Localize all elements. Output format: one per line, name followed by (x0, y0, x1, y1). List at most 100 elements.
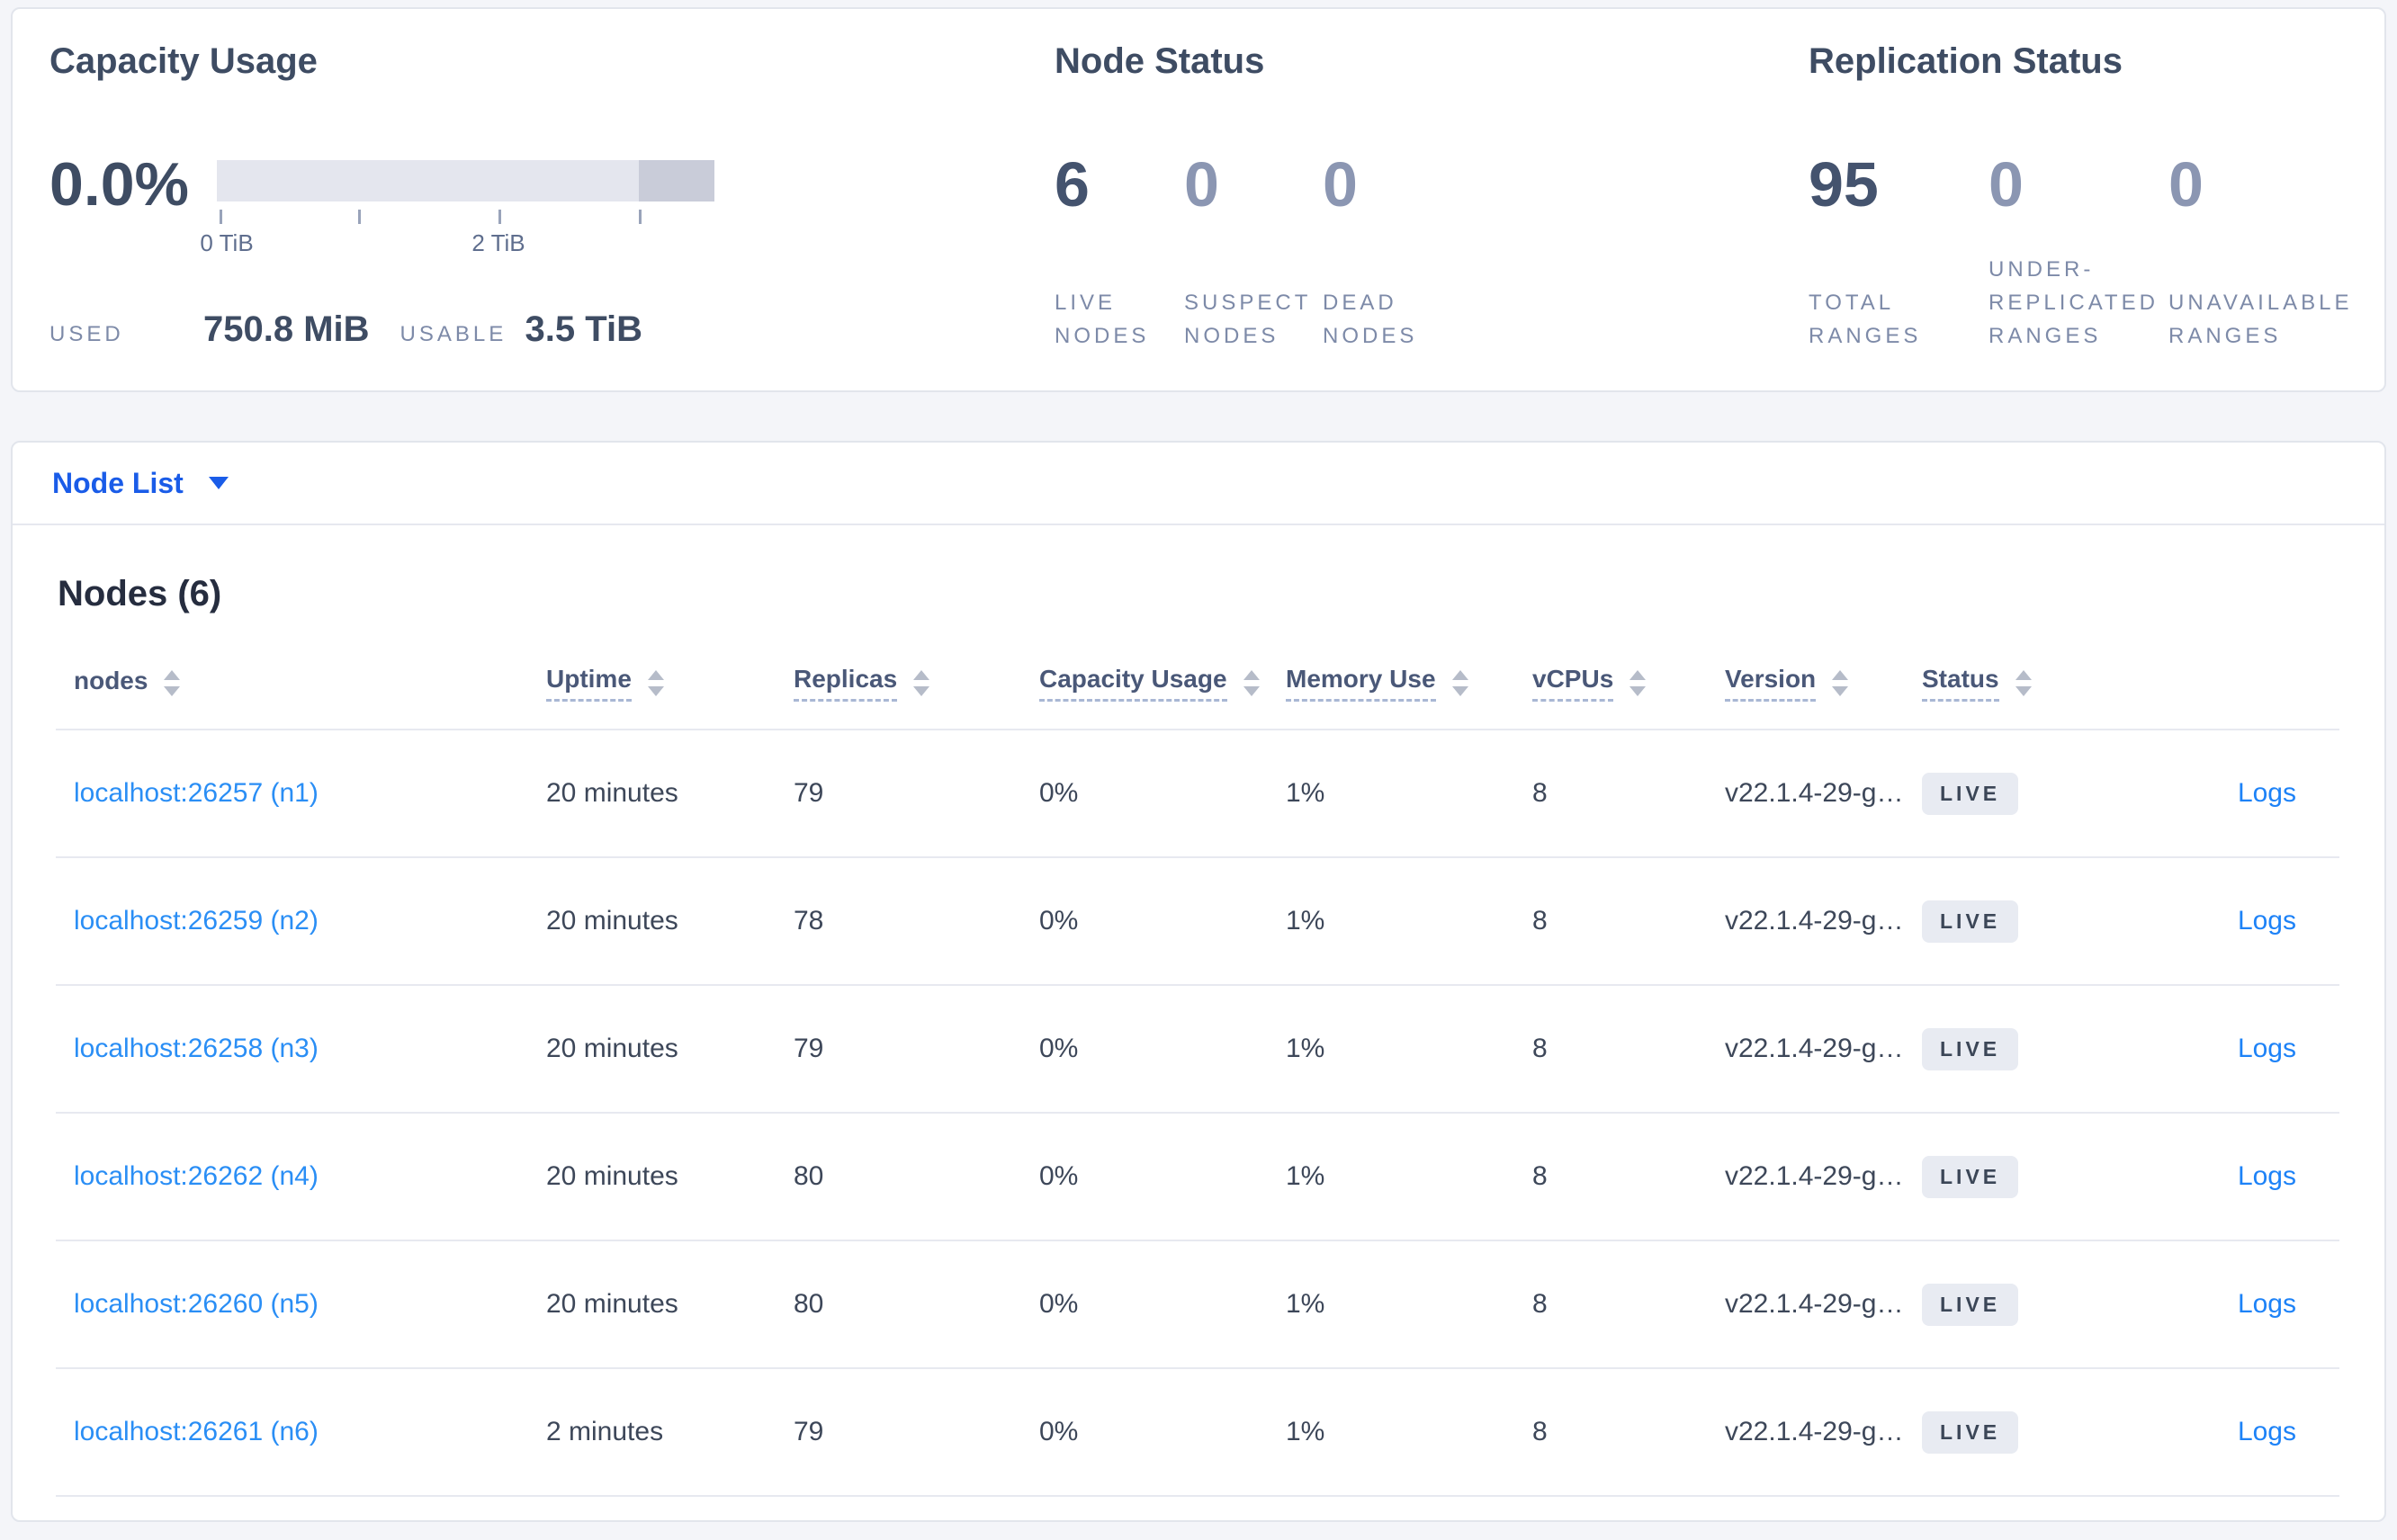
unavailable-ranges-value: 0 (2168, 149, 2204, 219)
node-status-title: Node Status (1055, 41, 1265, 81)
live-nodes-label: LIVE NODES (1055, 291, 1150, 348)
total-ranges-label: TOTAL RANGES (1809, 291, 1922, 348)
sort-icon (1832, 670, 1849, 696)
column-header-nodes[interactable]: nodes (56, 645, 546, 730)
column-header-status[interactable]: Status (1922, 645, 2143, 730)
version-cell: v22.1.4-29-g… (1725, 857, 1922, 986)
under-replicated-ranges-value: 0 (1989, 149, 2024, 219)
capacity-usage-section: Capacity Usage 0.0% 0 TiB 2 TiB USED 750… (49, 9, 1048, 390)
status-badge: LIVE (1922, 900, 2019, 943)
version-cell: v22.1.4-29-g… (1725, 1240, 1922, 1369)
capacity-usage-chart: 0.0% 0 TiB 2 TiB (49, 149, 714, 258)
node-status-section: Node Status 6 LIVE NODES 0 SUSPECT NODES… (1055, 9, 1792, 390)
capacity-usage-title: Capacity Usage (49, 41, 318, 81)
capacity-usage-bar-tail (638, 160, 714, 201)
version-cell: v22.1.4-29-g… (1725, 730, 1922, 858)
cluster-summary-card: Capacity Usage 0.0% 0 TiB 2 TiB USED 750… (11, 7, 2386, 392)
capacity-usage-bar-wrap: 0 TiB 2 TiB (200, 149, 714, 258)
replicas-cell: 79 (794, 1368, 1039, 1497)
column-header-version[interactable]: Version (1725, 645, 1922, 730)
sort-icon (2015, 670, 2032, 696)
status-badge: LIVE (1922, 1410, 2019, 1454)
logs-link[interactable]: Logs (2238, 906, 2296, 936)
logs-link[interactable]: Logs (2238, 1289, 2296, 1319)
node-status-stats: 6 LIVE NODES 0 SUSPECT NODES 0 DEAD NODE… (1055, 149, 1431, 353)
replicas-cell: 79 (794, 985, 1039, 1114)
replication-status-section: Replication Status 95 TOTAL RANGES 0 UND… (1809, 9, 2384, 390)
under-replicated-ranges-label: UNDER- REPLICATED RANGES (1989, 257, 2159, 348)
logs-link[interactable]: Logs (2238, 1161, 2296, 1191)
node-link[interactable]: localhost:26258 (n3) (74, 1034, 319, 1063)
table-header-row: nodes Uptime Replicas Capacity Usage Mem… (56, 645, 2339, 730)
vcpus-cell: 8 (1532, 857, 1725, 986)
capacity-usage-meta: USED 750.8 MiB USABLE 3.5 TiB (49, 309, 642, 350)
memory-cell: 1% (1286, 985, 1532, 1114)
table-row: localhost:26258 (n3) 20 minutes 79 0% 1%… (56, 985, 2339, 1114)
dead-nodes-label: DEAD NODES (1323, 291, 1418, 348)
column-header-replicas[interactable]: Replicas (794, 645, 1039, 730)
column-header-vcpus[interactable]: vCPUs (1532, 645, 1725, 730)
uptime-cell: 20 minutes (546, 985, 794, 1114)
sort-icon (1243, 670, 1260, 696)
live-nodes-stat: 6 LIVE NODES (1055, 149, 1154, 353)
total-ranges-stat: 95 TOTAL RANGES (1809, 149, 1962, 353)
chevron-down-icon (208, 477, 229, 489)
logs-link[interactable]: Logs (2238, 778, 2296, 808)
logs-link[interactable]: Logs (2238, 1417, 2296, 1446)
version-cell: v22.1.4-29-g… (1725, 1368, 1922, 1497)
used-label: USED (49, 322, 124, 346)
axis-label-0tib: 0 TiB (200, 229, 254, 256)
axis-label-2tib: 2 TiB (471, 229, 525, 256)
column-header-capacity-usage[interactable]: Capacity Usage (1039, 645, 1286, 730)
node-list-header: Node List (13, 443, 2384, 525)
node-list-dropdown-label: Node List (52, 466, 184, 499)
vcpus-cell: 8 (1532, 1113, 1725, 1241)
axis-tick (358, 210, 362, 224)
dead-nodes-value: 0 (1323, 149, 1358, 219)
node-link[interactable]: localhost:26260 (n5) (74, 1289, 319, 1319)
sort-icon (1451, 670, 1468, 696)
status-badge: LIVE (1922, 1283, 2019, 1326)
nodes-heading: Nodes (6) (58, 574, 222, 613)
node-link[interactable]: localhost:26259 (n2) (74, 906, 319, 936)
column-header-memory-use[interactable]: Memory Use (1286, 645, 1532, 730)
memory-cell: 1% (1286, 730, 1532, 858)
suspect-nodes-stat: 0 SUSPECT NODES (1184, 149, 1312, 353)
usable-label: USABLE (400, 322, 507, 346)
status-badge: LIVE (1922, 1155, 2019, 1198)
unavailable-ranges-stat: 0 UNAVAILABLE RANGES (2168, 149, 2375, 353)
node-link[interactable]: localhost:26257 (n1) (74, 778, 319, 808)
capacity-cell: 0% (1039, 1113, 1286, 1241)
suspect-nodes-label: SUSPECT NODES (1184, 291, 1312, 348)
capacity-cell: 0% (1039, 985, 1286, 1114)
uptime-cell: 20 minutes (546, 857, 794, 986)
used-value: 750.8 MiB (203, 309, 370, 349)
uptime-cell: 2 minutes (546, 1368, 794, 1497)
capacity-axis-labels: 0 TiB 2 TiB (200, 229, 714, 258)
total-ranges-value: 95 (1809, 149, 1879, 219)
axis-tick (219, 210, 222, 224)
sort-icon (913, 670, 930, 696)
sort-icon (647, 670, 664, 696)
sort-icon (1629, 670, 1647, 696)
logs-link[interactable]: Logs (2238, 1034, 2296, 1063)
replicas-cell: 80 (794, 1240, 1039, 1369)
node-link[interactable]: localhost:26261 (n6) (74, 1417, 319, 1446)
capacity-axis-ticks (217, 210, 714, 226)
replicas-cell: 80 (794, 1113, 1039, 1241)
memory-cell: 1% (1286, 857, 1532, 986)
replication-status-stats: 95 TOTAL RANGES 0 UNDER- REPLICATED RANG… (1809, 149, 2375, 353)
under-replicated-ranges-stat: 0 UNDER- REPLICATED RANGES (1989, 149, 2159, 353)
column-header-logs (2143, 645, 2339, 730)
uptime-cell: 20 minutes (546, 1240, 794, 1369)
node-link[interactable]: localhost:26262 (n4) (74, 1161, 319, 1191)
table-row: localhost:26262 (n4) 20 minutes 80 0% 1%… (56, 1113, 2339, 1241)
capacity-cell: 0% (1039, 857, 1286, 986)
node-list-dropdown[interactable]: Node List (52, 467, 229, 500)
capacity-cell: 0% (1039, 1240, 1286, 1369)
nodes-table: nodes Uptime Replicas Capacity Usage Mem… (56, 645, 2339, 1497)
replicas-cell: 78 (794, 857, 1039, 986)
node-list-card: Node List Nodes (6) nodes Uptime Replica… (11, 441, 2386, 1522)
version-cell: v22.1.4-29-g… (1725, 1113, 1922, 1241)
column-header-uptime[interactable]: Uptime (546, 645, 794, 730)
